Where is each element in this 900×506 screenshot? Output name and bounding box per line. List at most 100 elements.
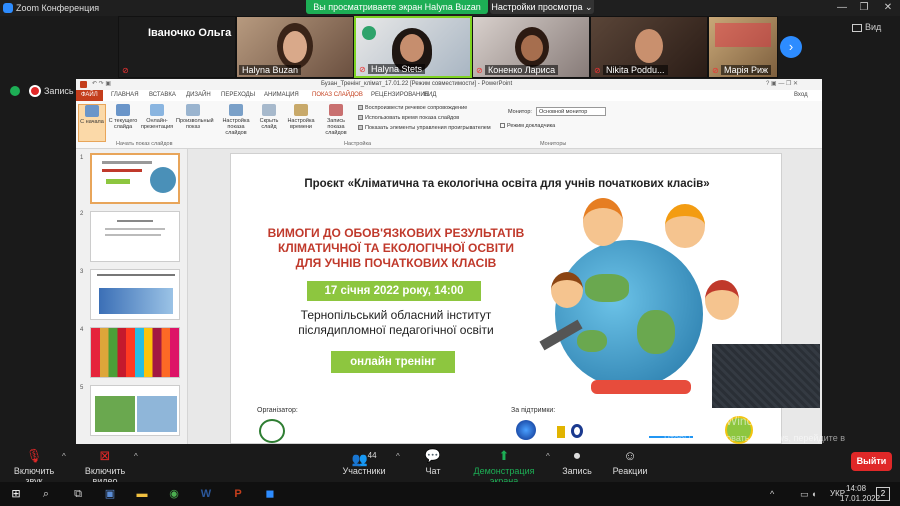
- group-label-setup: Настройка: [344, 141, 372, 147]
- chevron-up-icon[interactable]: ^: [62, 452, 66, 461]
- participants-icon: 👥44: [351, 451, 377, 467]
- timer-icon: [294, 104, 308, 116]
- tab-transitions[interactable]: ПЕРЕХОДЫ: [216, 90, 260, 101]
- controls-checkbox[interactable]: Показать элементы управления проигрывате…: [358, 125, 491, 131]
- custom-show-button[interactable]: Произвольный показ: [176, 104, 214, 142]
- current-slide[interactable]: Проєкт «Кліматична та екологічна освіта …: [230, 153, 782, 444]
- windows-start-icon[interactable]: ⊞: [6, 485, 26, 503]
- powerpoint-logo-icon: [80, 81, 87, 88]
- format-banner: онлайн тренінг: [331, 351, 455, 373]
- undo-icon[interactable]: ↶ ↷ ▣: [92, 79, 111, 90]
- slide-thumbnail[interactable]: [90, 211, 180, 262]
- maximize-icon[interactable]: ❐: [852, 0, 876, 16]
- slide-number: 1: [80, 155, 84, 161]
- participant-tile[interactable]: Halyna Buzan: [236, 16, 354, 78]
- minimize-icon[interactable]: —: [830, 0, 854, 16]
- view-options-button[interactable]: Настройки просмотра ⌄: [490, 0, 594, 14]
- participant-tile[interactable]: Nikita Poddu... ⊘: [590, 16, 708, 78]
- setup-show-button[interactable]: Настройка показа слайдов: [218, 104, 254, 142]
- gallery-next-arrow-icon[interactable]: ›: [780, 36, 802, 58]
- powerpoint-icon[interactable]: P: [228, 485, 248, 503]
- chat-button[interactable]: 💬 Чат: [420, 446, 446, 480]
- reactions-button[interactable]: ☺ Реакции: [610, 446, 650, 480]
- participant-name: Коненко Лариса: [485, 65, 559, 75]
- slide-number: 2: [80, 211, 84, 217]
- view-button[interactable]: Вид: [865, 22, 881, 32]
- record-show-button[interactable]: Запись показа слайдов: [318, 104, 354, 142]
- ppt-ribbon: С начала С текущего слайда Онлайн-презен…: [76, 101, 822, 149]
- participant-tile[interactable]: Коненко Лариса ⊘: [472, 16, 590, 78]
- close-icon[interactable]: ✕: [876, 0, 900, 16]
- child-illustration-icon: [705, 280, 739, 320]
- online-present-button[interactable]: Онлайн-презентация: [140, 104, 174, 142]
- slide-number: 3: [80, 269, 84, 275]
- tab-design[interactable]: ДИЗАЙН: [181, 90, 216, 101]
- record-button[interactable]: ⏺ Запись: [560, 446, 594, 480]
- meeting-toolbar: 🎙 Включить звук ^ ⊠ Включить видео ^ 👥44…: [0, 444, 900, 486]
- chevron-up-icon[interactable]: ^: [134, 452, 138, 461]
- from-start-button[interactable]: С начала: [78, 104, 106, 142]
- tab-insert[interactable]: ВСТАВКА: [144, 90, 181, 101]
- participant-tile[interactable]: Марія Риж ⊘: [708, 16, 778, 78]
- ppt-window-controls[interactable]: ? ▣ — ❐ ✕: [766, 79, 798, 90]
- slide-thumbnail[interactable]: [90, 385, 180, 436]
- notification-icon[interactable]: 2: [876, 487, 890, 501]
- folder-icon[interactable]: ▬: [132, 485, 152, 503]
- tab-home[interactable]: ГЛАВНАЯ: [106, 90, 144, 101]
- mic-muted-icon: ⊘: [122, 66, 129, 75]
- share-screen-button[interactable]: ⬆ Демонстрация экрана: [460, 446, 548, 486]
- save-icon[interactable]: ▣: [100, 485, 120, 503]
- institute-name: Тернопільський обласний інститут післяди…: [298, 308, 494, 337]
- chevron-up-icon[interactable]: ^: [396, 452, 400, 461]
- clock-time[interactable]: 14:08: [846, 484, 866, 493]
- rehearse-timings-button[interactable]: Настройка времени: [286, 104, 316, 142]
- zoom-logo-icon: [3, 3, 13, 13]
- recording-indicator[interactable]: Запись: [0, 82, 76, 100]
- slide-thumbnail[interactable]: [90, 269, 180, 320]
- hide-slide-button[interactable]: Скрыть слайд: [256, 104, 282, 142]
- monitor-select[interactable]: Основной монитор: [536, 107, 606, 116]
- ppt-title-bar: ↶ ↷ ▣ Бузан_Тренінг_клімат_17.01.22 [Реж…: [76, 79, 822, 90]
- presenter-view-checkbox[interactable]: Режим докладчика: [500, 123, 555, 129]
- tab-file[interactable]: ФАЙЛ: [76, 90, 103, 101]
- participants-button[interactable]: 👥44 Участники: [342, 446, 386, 480]
- mic-muted-icon: ⊘: [359, 65, 366, 74]
- participant-tile[interactable]: Іваночко Ольга ⊘: [118, 16, 236, 78]
- word-icon[interactable]: W: [196, 485, 216, 503]
- zoom-icon[interactable]: ◼: [260, 485, 280, 503]
- slide-thumbnail[interactable]: [90, 327, 180, 378]
- unmute-button[interactable]: 🎙 Включить звук: [4, 446, 64, 486]
- start-video-button[interactable]: ⊠ Включить видео: [72, 446, 138, 486]
- earth-illustration-icon: [555, 240, 703, 388]
- timings-checkbox[interactable]: Использовать время показа слайдов: [358, 115, 459, 121]
- tab-view[interactable]: ВИД: [419, 90, 441, 101]
- ukraine-coat-icon: [557, 426, 565, 438]
- network-icon[interactable]: ▭ ◖: [800, 489, 816, 500]
- participant-name: Halyna Buzan: [239, 65, 302, 75]
- record-dot-icon: [31, 87, 39, 95]
- child-illustration-icon: [583, 198, 623, 246]
- slide-thumbnails-pane: 1 2 3 4 5: [76, 149, 188, 444]
- search-icon[interactable]: ⌕: [36, 485, 56, 503]
- mic-muted-icon: 🎙: [25, 448, 43, 463]
- chat-icon: 💬: [424, 448, 442, 463]
- partner-logo-icon: [516, 420, 536, 440]
- chrome-icon[interactable]: ◉: [164, 485, 184, 503]
- tab-animations[interactable]: АНИМАЦИЯ: [259, 90, 304, 101]
- participant-tile-active-speaker[interactable]: Halyna Stets ⊘: [354, 16, 472, 78]
- presenter-video-overlay[interactable]: [712, 344, 820, 408]
- windows-taskbar: ⊞ ⌕ ⧉ ▣ ▬ ◉ W P ◼ ^ ▭ ◖ УКР 14:08 17.01.…: [0, 482, 900, 506]
- chevron-up-icon[interactable]: ^: [546, 452, 550, 461]
- leave-meeting-button[interactable]: Выйти: [851, 452, 892, 471]
- slideshow-icon: [85, 105, 99, 117]
- narration-checkbox[interactable]: Воспроизвести речевое сопровождение: [358, 105, 467, 111]
- gallery-view-icon: [852, 24, 862, 32]
- tray-chevron-icon[interactable]: ^: [770, 489, 774, 499]
- custom-show-icon: [186, 104, 200, 116]
- task-view-icon[interactable]: ⧉: [68, 485, 88, 503]
- slide-thumbnail-selected[interactable]: [90, 153, 180, 204]
- slide-number: 5: [80, 385, 84, 391]
- signin-link[interactable]: Вход: [794, 90, 808, 101]
- from-current-button[interactable]: С текущего слайда: [108, 104, 138, 142]
- clock-date[interactable]: 17.01.2022: [840, 494, 880, 503]
